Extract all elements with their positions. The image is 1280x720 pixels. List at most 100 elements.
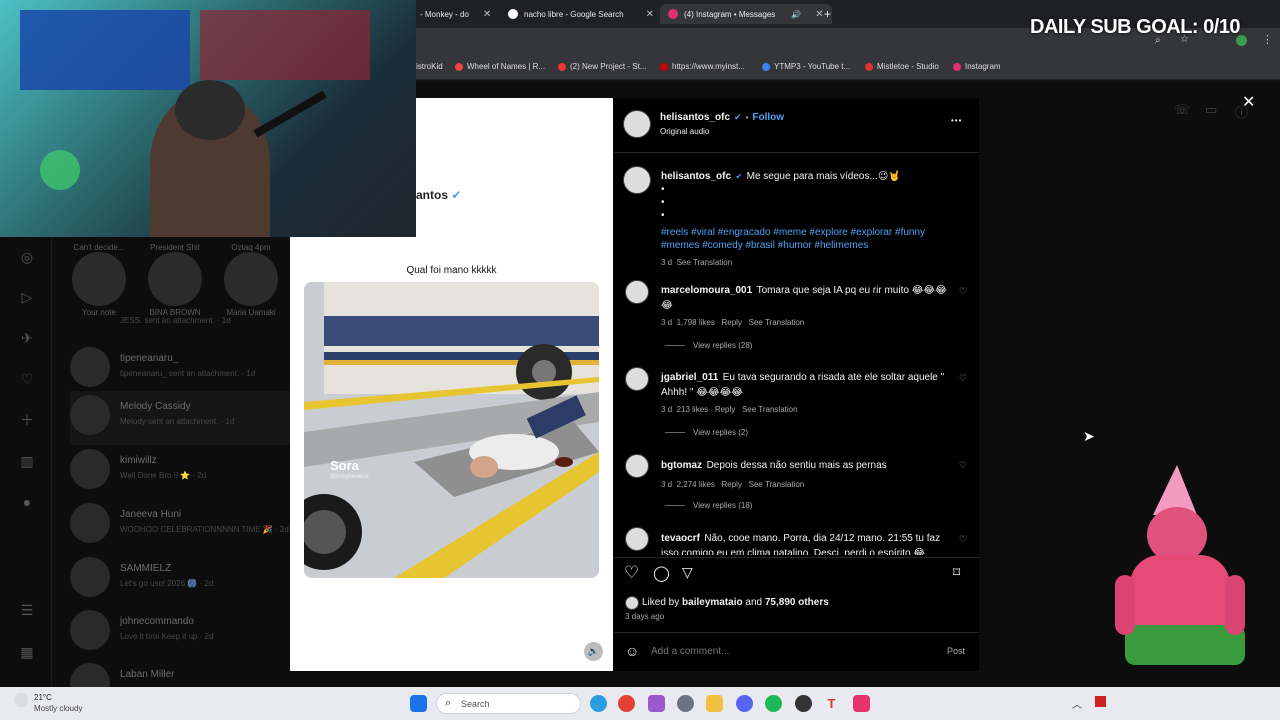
commenter-avatar[interactable] [625, 367, 649, 391]
apps-icon[interactable]: ▦ [18, 643, 36, 661]
chat-item-tipeneanaru[interactable]: tipeneanaru_ tipeneanaru_ sent an attach… [70, 343, 290, 397]
close-icon[interactable]: ✕ [1242, 92, 1255, 112]
chrome-icon[interactable] [618, 695, 635, 712]
discord-icon[interactable] [736, 695, 753, 712]
avatar [70, 449, 110, 489]
volume-icon[interactable]: 🔊 [584, 642, 603, 661]
weather-icon[interactable] [14, 693, 28, 707]
share-icon[interactable]: ▽ [682, 564, 693, 581]
cap [175, 80, 245, 140]
bookmark-instagram[interactable]: Instagram [953, 62, 1001, 71]
weather-desc[interactable]: Mostly cloudy [34, 704, 82, 713]
emoji-icon[interactable]: ☺ [625, 643, 639, 659]
commenter-avatar[interactable] [625, 527, 649, 551]
windows-taskbar: 21°C Mostly cloudy ⌕ Search T ︿ [0, 687, 1280, 720]
reply-button[interactable]: Reply [722, 318, 742, 327]
chat-item-kimiwillz[interactable]: kimiwillz Well Done Bro !! ⭐ · 2d [70, 445, 290, 499]
messages-icon[interactable]: ✈ [18, 329, 36, 347]
more-menu-icon[interactable]: ☰ [18, 601, 36, 619]
copilot-icon[interactable] [648, 695, 665, 712]
streamlabs-icon[interactable]: T [823, 695, 840, 712]
profile-icon[interactable]: ● [18, 493, 36, 511]
spotify-icon[interactable] [765, 695, 782, 712]
view-replies-button[interactable]: View replies (18) [665, 501, 752, 510]
chat-item-melody-cassidy[interactable]: Melody Cassidy Melody sent an attachment… [70, 391, 290, 445]
reels-icon[interactable]: ▷ [18, 288, 36, 306]
post-caption: helisantos_ofc ✔ Me segue para mais víde… [661, 168, 961, 269]
bookmark-distrokid[interactable]: istroKid [416, 62, 443, 71]
create-icon[interactable]: ＋ [18, 411, 36, 429]
chat-item-sammielz[interactable]: SAMMIELZ Let's go uso! 2026 🎆 · 2d [70, 553, 290, 607]
tab-monkey[interactable]: - Monkey - do ✕ [420, 4, 491, 24]
commenter-avatar[interactable] [625, 280, 649, 304]
mistletoe-icon [865, 62, 873, 71]
avatar [72, 252, 126, 306]
see-translation-link[interactable]: See Translation [749, 318, 805, 327]
note-bina-brown[interactable]: President Shit BINA BROWN [140, 241, 210, 317]
post-comment-button[interactable]: Post [947, 646, 965, 656]
like-comment-icon[interactable]: ♡ [959, 534, 967, 545]
chat-item-janeeva-huni[interactable]: Janeeva Huni WOOHOO CELEBRATIONNNNN TIME… [70, 499, 290, 553]
tiktok-icon[interactable] [853, 695, 870, 712]
phone-call-icon[interactable]: ☏ [1174, 102, 1190, 118]
view-replies-button[interactable]: View replies (2) [665, 428, 748, 437]
bookmark-ytmp3[interactable]: YTMP3 - YouTube t... [762, 62, 850, 71]
mic-arm [253, 90, 327, 138]
comment-input[interactable] [651, 644, 911, 658]
save-icon[interactable]: ⌑ [953, 564, 960, 581]
chevron-up-icon[interactable]: ︿ [1072, 696, 1082, 711]
author-avatar[interactable] [623, 110, 651, 138]
close-tab-icon[interactable]: ✕ [483, 9, 491, 20]
bookmark-mistletoe[interactable]: Mistletoe - Studio [865, 62, 939, 71]
close-tab-icon[interactable]: ✕ [646, 9, 654, 20]
comment: bgtomaz Depois dessa não sentiu mais as … [661, 460, 887, 489]
menu-dots-icon[interactable]: ⋮ [1262, 33, 1273, 46]
like-icon[interactable]: ♡ [624, 563, 639, 583]
obs-icon[interactable] [795, 695, 812, 712]
see-translation-link[interactable]: See Translation [749, 480, 805, 489]
bookmark-myinst[interactable]: https://www.myinst... [660, 62, 745, 71]
tab-instagram-messages[interactable]: (4) Instagram • Messages 🔊 ✕ [660, 4, 832, 24]
see-translation-link[interactable]: See Translation [742, 405, 798, 414]
commenter-avatar[interactable] [625, 454, 649, 478]
reply-button[interactable]: Reply [715, 405, 735, 414]
note-maria-uamaki[interactable]: Oztaq 4pm Maria Uamaki [216, 241, 286, 317]
edge-icon[interactable] [590, 695, 607, 712]
file-explorer-icon[interactable] [706, 695, 723, 712]
video-call-icon[interactable]: ▭ [1205, 102, 1217, 118]
bookmark-new-project[interactable]: (2) New Project - St... [558, 62, 646, 71]
author-username[interactable]: helisantos_ofc [660, 112, 730, 123]
google-icon [508, 9, 518, 19]
follow-button[interactable]: Follow [752, 112, 784, 123]
settings-icon[interactable] [677, 695, 694, 712]
see-translation-link[interactable]: See Translation [677, 258, 733, 267]
view-replies-button[interactable]: View replies (28) [665, 341, 752, 350]
like-comment-icon[interactable]: ♡ [959, 460, 967, 471]
explore-icon[interactable]: ◎ [18, 248, 36, 266]
speaker-icon[interactable]: 🔊 [791, 10, 801, 19]
tab-google-search[interactable]: nacho libre - Google Search ✕ [508, 4, 654, 24]
bookmark-wheel-of-names[interactable]: Wheel of Names | R... [455, 62, 545, 71]
chat-item-johnecommando[interactable]: johnecommando Love it broi Keep it up · … [70, 606, 290, 660]
author-avatar[interactable] [623, 166, 651, 194]
windows-start-icon[interactable] [410, 695, 427, 712]
more-options-icon[interactable]: ••• [951, 116, 962, 125]
audio-label[interactable]: Original audio [660, 127, 709, 136]
taskbar-search[interactable]: ⌕ Search [436, 693, 581, 714]
hashtags[interactable]: #reels #viral #engracado #meme #explore … [661, 226, 961, 252]
video-player[interactable]: Sora @rickyberwick [304, 282, 599, 578]
close-tab-icon[interactable]: ✕ [815, 9, 823, 20]
likes-summary[interactable]: Liked by baileymataio and 75,890 others [642, 597, 829, 608]
notifications-icon[interactable]: ♡ [18, 370, 36, 388]
tray-app-icon[interactable] [1095, 696, 1106, 707]
instagram-icon [953, 62, 961, 71]
like-comment-icon[interactable]: ♡ [959, 286, 967, 297]
reply-button[interactable]: Reply [722, 480, 742, 489]
dashboard-icon[interactable]: ▥ [18, 452, 36, 470]
like-comment-icon[interactable]: ♡ [959, 373, 967, 384]
comment-clip: tevaocrf Não, cooe mano. Porra, dia 24/1… [613, 523, 979, 555]
weather-temp[interactable]: 21°C [34, 693, 52, 702]
new-tab-button[interactable]: + [824, 4, 831, 24]
comment-icon[interactable]: ◯ [653, 564, 670, 582]
note-your-note[interactable]: Can't decide... Your note [64, 241, 134, 317]
